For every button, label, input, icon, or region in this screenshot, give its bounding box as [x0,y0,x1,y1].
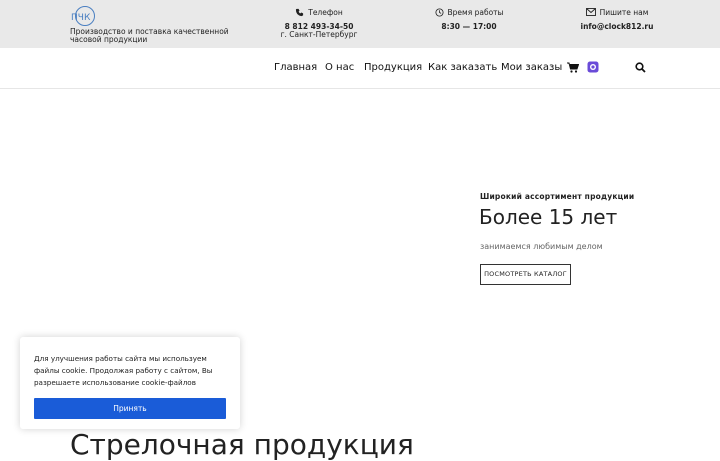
phone-block: Телефон 8 812 493-34-50 г. Санкт-Петербу… [280,7,358,39]
email-value[interactable]: info@clock812.ru [580,22,654,31]
phone-city: г. Санкт-Петербург [280,30,358,39]
logo-tagline: Производство и поставка качественной час… [70,27,229,44]
view-catalog-button[interactable]: ПОСМОТРЕТЬ КАТАЛОГ [480,264,571,285]
cart-icon[interactable] [567,62,579,73]
phone-icon [296,8,304,16]
search-icon[interactable] [635,62,646,73]
nav-item-about[interactable]: О нас [325,62,354,73]
email-block: Пишите нам info@clock812.ru [580,7,654,32]
main-nav: Главная О нас Продукция Как заказать Мои… [0,48,720,89]
cookie-banner: Для улучшения работы сайта мы используем… [20,337,240,429]
top-contact-bar: ПЧК Производство и поставка качественной… [0,0,720,48]
cookie-text: Для улучшения работы сайта мы используем… [34,354,213,387]
phone-label: Телефон [308,7,343,17]
section-title: Стрелочная продукция [70,428,414,461]
nav-item-my-orders[interactable]: Мои заказы [501,62,562,73]
nav-item-home[interactable]: Главная [274,62,317,73]
hours-label: Время работы [447,7,504,17]
clock-icon [435,7,444,17]
logo-icon[interactable]: ПЧК [70,5,96,27]
mail-icon [585,8,596,16]
hero-subtitle: занимаемся любимым делом [480,242,603,251]
logo-mark: ПЧК [71,13,91,23]
accept-cookies-button[interactable]: Принять [34,398,226,419]
hero-eyebrow: Широкий ассортимент продукции [480,192,635,201]
hero-title: Более 15 лет [479,205,618,229]
hours-block: Время работы 8:30 — 17:00 [432,7,506,31]
nav-item-products[interactable]: Продукция [364,62,422,73]
nav-item-how-to-order[interactable]: Как заказать [428,62,497,73]
calendar-icon[interactable] [587,61,599,73]
hours-value: 8:30 — 17:00 [441,22,497,31]
email-label: Пишите нам [599,7,649,17]
